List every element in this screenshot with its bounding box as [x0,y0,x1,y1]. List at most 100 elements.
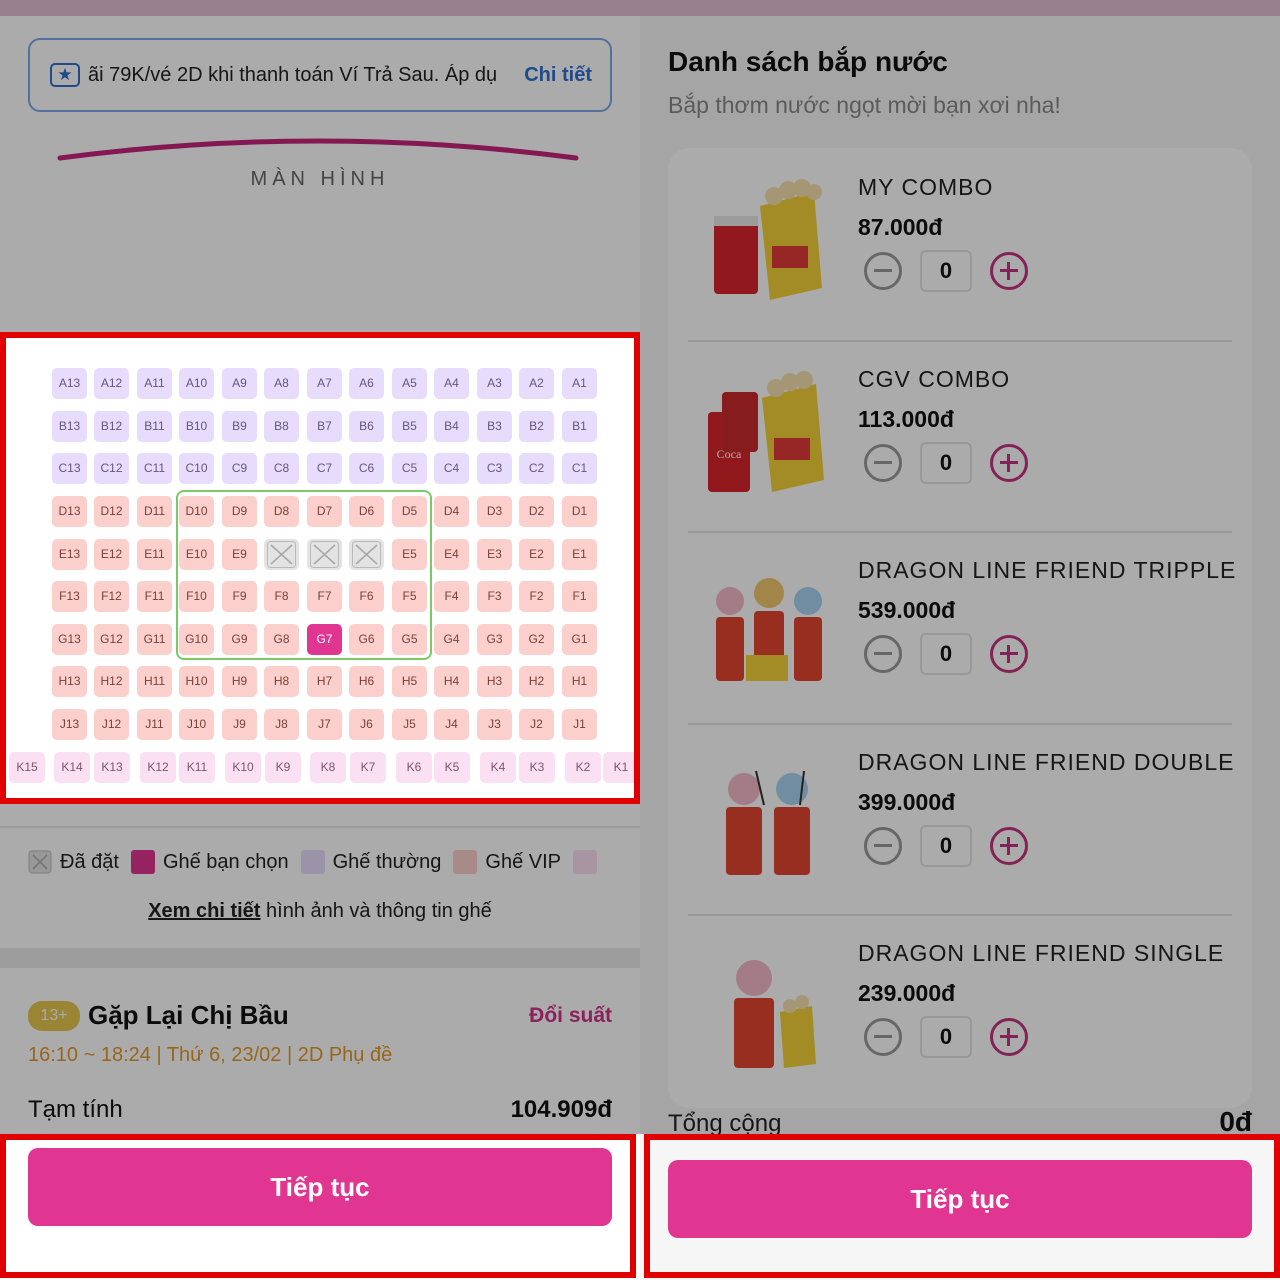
seat-B1[interactable]: B1 [562,411,597,442]
seat-E9[interactable]: E9 [222,539,257,570]
seat-K10[interactable]: K10 [225,752,261,783]
seat-F5[interactable]: F5 [392,581,427,612]
seat-E2[interactable]: E2 [519,539,554,570]
seat-B5[interactable]: B5 [392,411,427,442]
seat-D4[interactable]: D4 [434,496,469,527]
seat-C6[interactable]: C6 [349,453,384,484]
seat-J8[interactable]: J8 [264,709,299,740]
seat-H5[interactable]: H5 [392,666,427,697]
seat-G7[interactable]: G7 [307,624,342,655]
seat-C9[interactable]: C9 [222,453,257,484]
seat-H9[interactable]: H9 [222,666,257,697]
seat-F1[interactable]: F1 [562,581,597,612]
continue-button[interactable]: Tiếp tục [668,1160,1252,1238]
seat-J12[interactable]: J12 [94,709,129,740]
seat-H13[interactable]: H13 [52,666,87,697]
seat-F8[interactable]: F8 [264,581,299,612]
seat-H12[interactable]: H12 [94,666,129,697]
seat-E12[interactable]: E12 [94,539,129,570]
seat-G11[interactable]: G11 [137,624,172,655]
seat-K13[interactable]: K13 [94,752,130,783]
seat-A9[interactable]: A9 [222,368,257,399]
promo-banner[interactable]: ★ ãi 79K/vé 2D khi thanh toán Ví Trả Sau… [28,38,612,112]
seat-B8[interactable]: B8 [264,411,299,442]
seat-C12[interactable]: C12 [94,453,129,484]
seat-F9[interactable]: F9 [222,581,257,612]
seat-D7[interactable]: D7 [307,496,342,527]
minus-icon[interactable] [864,826,902,865]
seat-C11[interactable]: C11 [137,453,172,484]
seat-C4[interactable]: C4 [434,453,469,484]
seat-H8[interactable]: H8 [264,666,299,697]
seat-G2[interactable]: G2 [519,624,554,655]
seat-D6[interactable]: D6 [349,496,384,527]
seat-G10[interactable]: G10 [179,624,214,655]
seat-K14[interactable]: K14 [54,752,90,783]
seat-F11[interactable]: F11 [137,581,172,612]
seat-A12[interactable]: A12 [94,368,129,399]
seat-H10[interactable]: H10 [179,666,214,697]
seat-H6[interactable]: H6 [349,666,384,697]
seat-B4[interactable]: B4 [434,411,469,442]
seat-A13[interactable]: A13 [52,368,87,399]
seat-C1[interactable]: C1 [562,453,597,484]
seat-F10[interactable]: F10 [179,581,214,612]
seat-E11[interactable]: E11 [137,539,172,570]
seat-A2[interactable]: A2 [519,368,554,399]
seat-K1[interactable]: K1 [603,752,639,783]
seat-F2[interactable]: F2 [519,581,554,612]
seat-E3[interactable]: E3 [477,539,512,570]
seat-F12[interactable]: F12 [94,581,129,612]
seat-A8[interactable]: A8 [264,368,299,399]
seat-J5[interactable]: J5 [392,709,427,740]
seat-K6[interactable]: K6 [396,752,432,783]
minus-icon[interactable] [864,443,902,482]
seat-C10[interactable]: C10 [179,453,214,484]
plus-icon[interactable] [990,443,1028,482]
seat-F3[interactable]: F3 [477,581,512,612]
seat-A7[interactable]: A7 [307,368,342,399]
seat-H11[interactable]: H11 [137,666,172,697]
seat-J10[interactable]: J10 [179,709,214,740]
quantity-value[interactable]: 0 [920,633,972,675]
seat-B9[interactable]: B9 [222,411,257,442]
seat-A10[interactable]: A10 [179,368,214,399]
seat-A4[interactable]: A4 [434,368,469,399]
seat-C2[interactable]: C2 [519,453,554,484]
seat-J1[interactable]: J1 [562,709,597,740]
seat-K8[interactable]: K8 [310,752,346,783]
seat-D3[interactable]: D3 [477,496,512,527]
seat-A11[interactable]: A11 [137,368,172,399]
seat-E13[interactable]: E13 [52,539,87,570]
seat-E5[interactable]: E5 [392,539,427,570]
seat-K9[interactable]: K9 [265,752,301,783]
seat-J6[interactable]: J6 [349,709,384,740]
minus-icon[interactable] [864,252,902,290]
seat-J13[interactable]: J13 [52,709,87,740]
seat-D2[interactable]: D2 [519,496,554,527]
seat-B2[interactable]: B2 [519,411,554,442]
seat-E1[interactable]: E1 [562,539,597,570]
seat-D11[interactable]: D11 [137,496,172,527]
plus-icon[interactable] [990,1018,1028,1056]
seat-G8[interactable]: G8 [264,624,299,655]
quantity-value[interactable]: 0 [920,824,972,867]
seat-G4[interactable]: G4 [434,624,469,655]
seat-G3[interactable]: G3 [477,624,512,655]
seat-B3[interactable]: B3 [477,411,512,442]
seat-F13[interactable]: F13 [52,581,87,612]
plus-icon[interactable] [990,826,1028,865]
plus-icon[interactable] [990,635,1028,673]
quantity-value[interactable]: 0 [920,1016,972,1058]
seat-D5[interactable]: D5 [392,496,427,527]
seat-B12[interactable]: B12 [94,411,129,442]
seat-D1[interactable]: D1 [562,496,597,527]
seat-H3[interactable]: H3 [477,666,512,697]
seat-D9[interactable]: D9 [222,496,257,527]
seat-C5[interactable]: C5 [392,453,427,484]
seat-C3[interactable]: C3 [477,453,512,484]
quantity-value[interactable]: 0 [920,441,972,484]
seat-K5[interactable]: K5 [434,752,470,783]
seat-C7[interactable]: C7 [307,453,342,484]
seat-G1[interactable]: G1 [562,624,597,655]
